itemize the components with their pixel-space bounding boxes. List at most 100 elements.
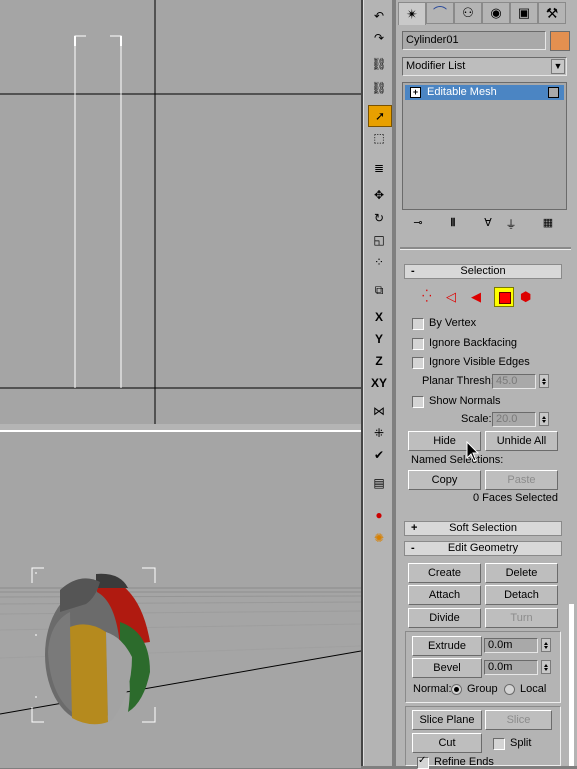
element-mode-icon[interactable]: ⬢ <box>520 289 538 307</box>
tab-display[interactable]: ▣ <box>510 2 538 24</box>
pin-stack-icon[interactable]: ⊸ <box>410 216 426 232</box>
scale-field[interactable]: 20.0 <box>492 412 536 427</box>
soft-selection-rollout-header[interactable]: + Soft Selection <box>404 521 562 536</box>
create-button[interactable]: Create <box>408 563 481 583</box>
slice-button[interactable]: Slice <box>485 710 552 730</box>
stack-item-editable-mesh[interactable]: + Editable Mesh <box>405 85 564 100</box>
refine-ends-label: Refine Ends <box>434 756 494 768</box>
slice-plane-button[interactable]: Slice Plane <box>412 710 482 730</box>
planar-thresh-spinner[interactable] <box>539 374 549 388</box>
mirror-icon[interactable]: ⋈ <box>368 401 390 421</box>
render-scene-icon[interactable]: ✺ <box>368 528 390 548</box>
make-unique-icon[interactable]: ∀ <box>480 216 496 232</box>
extrude-amount-field[interactable]: 0.0m <box>484 638 538 653</box>
copy-button[interactable]: Copy <box>408 470 481 490</box>
align-icon[interactable]: ✔ <box>368 445 390 465</box>
extrude-spinner[interactable] <box>541 638 551 652</box>
array-icon[interactable]: ⁜ <box>368 423 390 443</box>
face-mode-icon[interactable]: ◀ <box>471 289 489 307</box>
stack-item-toggle[interactable] <box>548 87 559 98</box>
show-normals-checkbox[interactable] <box>412 396 424 408</box>
named-selection-sets-icon[interactable]: ▤ <box>368 473 390 493</box>
redo-icon[interactable]: ↷ <box>368 28 390 48</box>
remove-modifier-icon[interactable]: ⏚ <box>503 216 519 232</box>
select-and-link-icon[interactable]: ⛓ <box>368 54 390 74</box>
scale-spinner[interactable] <box>539 412 549 426</box>
display-monitor-icon: ▣ <box>517 5 531 20</box>
perspective-viewport-canvas <box>0 567 361 725</box>
reference-coordinate-icon[interactable]: ⁘ <box>368 252 390 272</box>
main-toolbar: ↶ ↷ ⛓ ⛓ ➚ ⬚ ≣ ✥ ↻ ◱ ⁘ ⧉ X Y Z XY ⋈ ⁜ ✔ ▤… <box>363 0 393 766</box>
local-label: Local <box>520 683 547 695</box>
tab-modify[interactable]: ⌒ <box>426 2 454 24</box>
split-checkbox[interactable] <box>493 738 505 750</box>
modifier-stack[interactable]: + Editable Mesh <box>402 82 567 210</box>
top-viewport[interactable] <box>0 0 361 425</box>
divide-button[interactable]: Divide <box>408 608 481 628</box>
cut-button[interactable]: Cut <box>412 733 482 753</box>
selection-rollout-header[interactable]: - Selection <box>404 264 562 279</box>
refine-ends-checkbox[interactable]: ✓ <box>417 755 429 769</box>
tab-create[interactable]: ✴ <box>398 2 426 25</box>
attach-button[interactable]: Attach <box>408 585 481 605</box>
select-and-move-icon[interactable]: ✥ <box>368 185 390 205</box>
restrict-xy-button[interactable]: XY <box>368 373 390 393</box>
ignore-backfacing-label: Ignore Backfacing <box>429 337 518 349</box>
undo-icon[interactable]: ↶ <box>368 6 390 26</box>
rectangular-selection-region-icon[interactable]: ⬚ <box>368 128 390 148</box>
selection-rollout-title: Selection <box>460 265 506 277</box>
restrict-y-button[interactable]: Y <box>368 329 390 349</box>
utilities-hammer-icon: ⚒ <box>545 4 559 21</box>
scale-label: Scale: <box>461 413 492 425</box>
extrude-button[interactable]: Extrude <box>412 636 482 656</box>
select-by-name-icon[interactable]: ≣ <box>368 158 390 178</box>
select-object-icon[interactable]: ➚ <box>368 105 392 127</box>
bevel-spinner[interactable] <box>541 660 551 674</box>
polygon-mode-button[interactable] <box>494 287 514 307</box>
unhide-all-button[interactable]: Unhide All <box>485 431 558 451</box>
tab-motion[interactable]: ◉ <box>482 2 510 24</box>
edge-mode-icon[interactable]: ◁ <box>446 289 464 307</box>
select-and-scale-icon[interactable]: ◱ <box>368 230 390 250</box>
edit-geometry-rollout-header[interactable]: - Edit Geometry <box>404 541 562 556</box>
material-editor-icon[interactable]: ● <box>368 505 390 525</box>
tab-hierarchy[interactable]: ⚇ <box>454 2 482 24</box>
perspective-viewport[interactable] <box>0 430 361 768</box>
restrict-z-button[interactable]: Z <box>368 351 390 371</box>
edit-geometry-title: Edit Geometry <box>447 542 519 554</box>
tab-utilities[interactable]: ⚒ <box>538 2 566 24</box>
modify-arc-icon: ⌒ <box>433 5 447 21</box>
modifier-list-dropdown[interactable]: Modifier List ▼ <box>402 57 567 76</box>
object-color-swatch[interactable] <box>550 31 570 51</box>
vertex-mode-icon[interactable]: ⁛ <box>422 289 440 307</box>
restrict-x-button[interactable]: X <box>368 307 390 327</box>
use-pivot-center-icon[interactable]: ⧉ <box>368 280 390 300</box>
chevron-down-icon[interactable]: ▼ <box>551 59 565 74</box>
paste-button[interactable]: Paste <box>485 470 558 490</box>
show-end-result-icon[interactable]: Ⅱ <box>445 216 461 232</box>
turn-button[interactable]: Turn <box>485 608 558 628</box>
ignore-backfacing-checkbox[interactable] <box>412 338 424 350</box>
unlink-selection-icon[interactable]: ⛓ <box>368 78 390 98</box>
ignore-visible-edges-checkbox[interactable] <box>412 357 424 369</box>
local-radio[interactable] <box>504 684 515 695</box>
select-and-rotate-icon[interactable]: ↻ <box>368 208 390 228</box>
normal-label: Normal: <box>413 683 452 695</box>
create-wand-icon: ✴ <box>406 5 418 22</box>
delete-button[interactable]: Delete <box>485 563 558 583</box>
configure-sets-icon[interactable]: ▦ <box>540 216 556 232</box>
split-label: Split <box>510 737 532 749</box>
expand-icon[interactable]: + <box>410 87 421 98</box>
show-normals-label: Show Normals <box>429 395 501 407</box>
selection-status: 0 Faces Selected <box>473 492 558 504</box>
planar-thresh-field[interactable]: 45.0 <box>492 374 536 389</box>
by-vertex-checkbox[interactable] <box>412 318 424 330</box>
panel-scrollbar[interactable] <box>569 604 574 766</box>
object-name-field[interactable]: Cylinder01 <box>402 31 546 50</box>
named-selections-label: Named Selections: <box>411 454 504 466</box>
detach-button[interactable]: Detach <box>485 585 558 605</box>
group-label: Group <box>467 683 498 695</box>
group-radio[interactable] <box>451 684 462 695</box>
bevel-amount-field[interactable]: 0.0m <box>484 660 538 675</box>
bevel-button[interactable]: Bevel <box>412 658 482 678</box>
